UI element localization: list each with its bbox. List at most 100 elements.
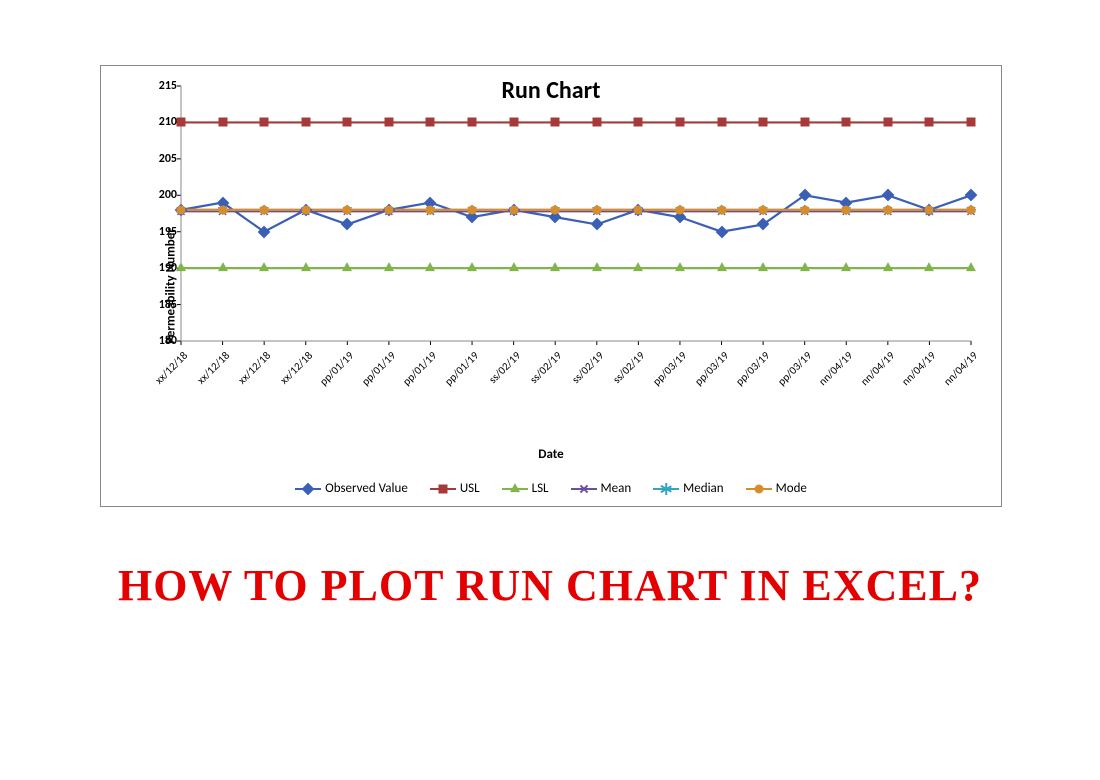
series-marker <box>842 118 851 127</box>
series-marker <box>759 118 768 127</box>
x-tick-label: pp/01/19 <box>401 349 440 388</box>
series-marker <box>177 118 186 127</box>
legend-swatch <box>571 488 597 490</box>
series-marker <box>260 118 269 127</box>
legend-item: USL <box>430 481 480 496</box>
series-marker <box>509 118 518 127</box>
series-marker <box>260 205 269 214</box>
series-marker <box>675 205 684 214</box>
x-ticks: xx/12/18xx/12/18xx/12/18xx/12/18pp/01/19… <box>181 344 971 434</box>
y-tick-label: 215 <box>159 79 177 93</box>
series-marker <box>425 262 435 271</box>
legend-swatch <box>430 488 456 490</box>
series-marker <box>800 262 810 271</box>
legend-label: USL <box>460 481 480 496</box>
series-marker <box>468 118 477 127</box>
x-tick-label: pp/03/19 <box>692 349 731 388</box>
y-tick-label: 210 <box>159 115 177 129</box>
x-tick-label: nn/04/19 <box>941 349 980 388</box>
x-tick-label: nn/04/19 <box>858 349 897 388</box>
y-tick-label: 195 <box>159 225 177 239</box>
series-marker <box>592 205 601 214</box>
series-line <box>181 195 971 231</box>
series-marker <box>675 262 685 271</box>
x-tick-label: ss/02/19 <box>569 349 606 386</box>
x-tick-label: ss/02/19 <box>527 349 564 386</box>
x-tick-label: pp/03/19 <box>733 349 772 388</box>
legend-item: LSL <box>502 481 549 496</box>
circle-icon <box>754 484 763 493</box>
series-marker <box>675 118 684 127</box>
series-marker <box>426 205 435 214</box>
series-marker <box>925 118 934 127</box>
chart-lines <box>181 86 971 341</box>
y-tick-label: 180 <box>159 334 177 348</box>
legend-swatch <box>502 488 528 490</box>
series-marker <box>717 262 727 271</box>
plot-area <box>181 86 971 341</box>
series-marker <box>384 205 393 214</box>
legend-item: Mean <box>571 481 632 496</box>
x-tick-label: pp/03/19 <box>650 349 689 388</box>
series-marker <box>509 262 519 271</box>
x-tick-label: xx/12/18 <box>236 349 274 387</box>
star-icon <box>660 483 672 495</box>
x-tick-label: xx/12/18 <box>194 349 232 387</box>
series-marker <box>301 205 310 214</box>
series-marker <box>259 262 269 271</box>
series-marker <box>800 205 809 214</box>
series-marker <box>717 205 726 214</box>
series-marker <box>883 262 893 271</box>
legend-swatch <box>746 488 772 490</box>
legend: Observed Value USL LSL Mean Median Mode <box>101 481 1001 496</box>
series-marker <box>759 205 768 214</box>
legend-item: Median <box>653 481 723 496</box>
series-marker <box>925 205 934 214</box>
series-marker <box>550 262 560 271</box>
series-marker <box>342 262 352 271</box>
series-marker <box>592 118 601 127</box>
series-marker <box>301 118 310 127</box>
series-marker <box>883 118 892 127</box>
series-marker <box>634 118 643 127</box>
legend-label: LSL <box>532 481 549 496</box>
series-marker <box>758 262 768 271</box>
triangle-icon <box>510 483 520 492</box>
x-axis-label: Date <box>101 447 1001 462</box>
series-marker <box>633 262 643 271</box>
series-marker <box>384 118 393 127</box>
series-marker <box>967 118 976 127</box>
legend-swatch <box>295 488 321 490</box>
legend-item: Mode <box>746 481 807 496</box>
legend-label: Median <box>683 481 723 496</box>
x-tick-label: pp/01/19 <box>359 349 398 388</box>
x-tick-label: nn/04/19 <box>816 349 855 388</box>
legend-swatch <box>653 488 679 490</box>
series-marker <box>842 205 851 214</box>
series-marker <box>384 262 394 271</box>
series-marker <box>343 118 352 127</box>
series-marker <box>841 262 851 271</box>
run-chart: Run Chart Permeability Number 1801851901… <box>100 65 1002 507</box>
series-marker <box>717 118 726 127</box>
series-marker <box>426 118 435 127</box>
legend-item: Observed Value <box>295 481 408 496</box>
square-icon <box>438 484 447 493</box>
xmark-icon <box>579 484 589 494</box>
series-marker <box>218 118 227 127</box>
x-tick-label: pp/01/19 <box>442 349 481 388</box>
page-caption: How to plot Run chart in excel? <box>0 560 1100 611</box>
series-marker <box>967 205 976 214</box>
x-tick-label: xx/12/18 <box>277 349 315 387</box>
y-tick-label: 200 <box>159 188 177 202</box>
series-marker <box>177 205 186 214</box>
series-marker <box>218 205 227 214</box>
x-tick-label: ss/02/19 <box>486 349 523 386</box>
x-tick-label: pp/03/19 <box>775 349 814 388</box>
series-marker <box>966 262 976 271</box>
series-marker <box>924 262 934 271</box>
diamond-icon <box>302 482 315 495</box>
x-tick-label: nn/04/19 <box>899 349 938 388</box>
x-tick-label: ss/02/19 <box>610 349 647 386</box>
series-marker <box>468 205 477 214</box>
